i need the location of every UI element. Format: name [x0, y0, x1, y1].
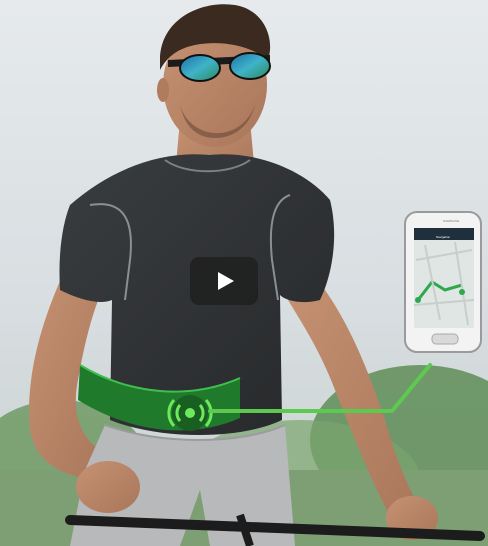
play-button[interactable]	[190, 257, 258, 305]
video-player[interactable]: SAMSUNG Navigation	[0, 0, 488, 546]
phone-screen-title: Navigation	[436, 235, 451, 239]
phone-brand-label: SAMSUNG	[443, 219, 460, 223]
play-icon	[218, 272, 234, 290]
